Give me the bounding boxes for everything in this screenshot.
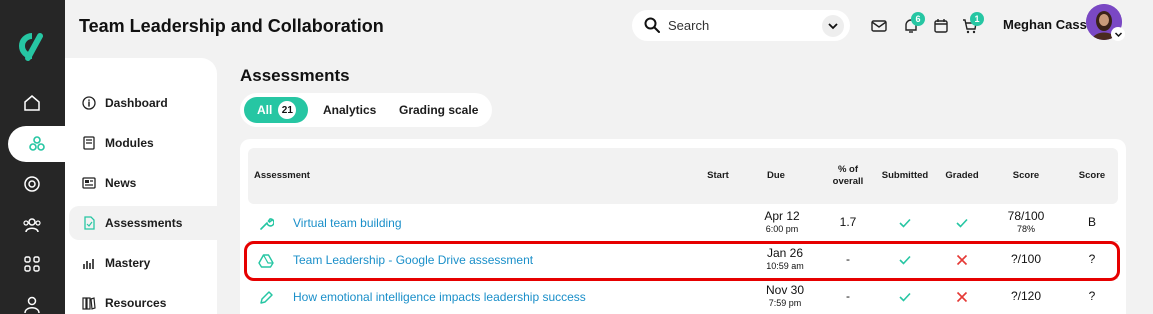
sidebar-item-news[interactable]: News <box>69 166 217 200</box>
home-icon[interactable] <box>14 85 50 121</box>
tab-all[interactable]: All 21 <box>244 97 308 123</box>
col-score-letter[interactable]: Score <box>1066 170 1118 182</box>
cross-icon <box>956 291 968 303</box>
due-cell: Apr 12 6:00 pm <box>756 210 808 236</box>
sidebar-item-mastery[interactable]: Mastery <box>69 246 217 280</box>
tab-all-label: All <box>257 103 273 117</box>
due-cell: Nov 30 7:59 pm <box>756 284 814 310</box>
course-sidebar: Dashboard Modules News Assessments Maste… <box>65 58 217 314</box>
bar-chart-icon <box>81 255 97 271</box>
cart-badge: 1 <box>970 12 984 26</box>
col-percent-overall[interactable]: % of overall <box>818 164 878 188</box>
col-score[interactable]: Score <box>1000 170 1052 182</box>
chevron-down-icon[interactable] <box>1111 27 1125 41</box>
sidebar-item-label: Dashboard <box>105 96 168 110</box>
assessment-link[interactable]: How emotional intelligence impacts leade… <box>293 290 586 304</box>
chevron-down-icon[interactable] <box>822 15 844 37</box>
assessment-tabs: All 21 Analytics Grading scale <box>240 93 492 127</box>
col-start[interactable]: Start <box>698 170 738 182</box>
assessments-table: Assessment Start Due % of overall Submit… <box>240 139 1126 314</box>
sidebar-item-modules[interactable]: Modules <box>69 126 217 160</box>
table-header: Assessment Start Due % of overall Submit… <box>248 148 1118 204</box>
score-value: 78/100 <box>1007 209 1045 223</box>
sidebar-item-assessments[interactable]: Assessments <box>69 206 217 240</box>
letter-grade: B <box>1087 215 1096 229</box>
page-title: Assessments <box>240 66 350 85</box>
notifications-badge: 6 <box>911 12 925 26</box>
check-icon <box>956 218 968 228</box>
app-logo[interactable] <box>10 28 46 64</box>
col-percent-line1: % of <box>837 164 859 175</box>
tab-all-count: 21 <box>278 101 297 119</box>
score-cell: 78/100 78% <box>996 210 1056 236</box>
user-name[interactable]: Meghan Cass <box>1003 17 1087 32</box>
pencil-icon <box>260 291 273 304</box>
newspaper-icon <box>81 175 97 191</box>
search-placeholder: Search <box>668 18 710 33</box>
library-icon <box>81 295 97 311</box>
tab-grading-scale[interactable]: Grading scale <box>399 97 478 123</box>
score-value: ?/120 <box>1010 289 1042 303</box>
due-time: 7:59 pm <box>768 298 802 308</box>
tab-analytics[interactable]: Analytics <box>323 97 376 123</box>
sidebar-item-resources[interactable]: Resources <box>69 286 217 314</box>
col-due[interactable]: Due <box>756 170 796 182</box>
percent-overall: 1.7 <box>839 215 857 229</box>
assessment-link[interactable]: Virtual team building <box>293 216 402 230</box>
score-percent: 78% <box>1016 224 1035 234</box>
col-assessment[interactable]: Assessment <box>254 170 310 182</box>
sidebar-item-label: Resources <box>105 296 167 310</box>
sidebar-item-dashboard[interactable]: Dashboard <box>69 86 217 120</box>
due-time: 6:00 pm <box>765 224 799 234</box>
due-date: Apr 12 <box>764 209 800 223</box>
table-row[interactable]: Virtual team building Apr 12 6:00 pm 1.7… <box>248 205 1118 242</box>
book-icon <box>81 135 97 151</box>
search-icon <box>644 17 660 38</box>
mail-icon[interactable] <box>870 17 888 35</box>
sidebar-item-label: News <box>105 176 137 190</box>
calendar-icon[interactable] <box>932 17 950 35</box>
percent-overall: - <box>846 289 850 303</box>
col-submitted[interactable]: Submitted <box>876 170 934 182</box>
sidebar-item-label: Assessments <box>105 216 183 230</box>
info-icon <box>81 95 97 111</box>
table-row[interactable]: How emotional intelligence impacts leade… <box>248 279 1118 314</box>
check-icon <box>899 292 911 302</box>
sidebar-item-label: Mastery <box>105 256 151 270</box>
sidebar-item-label: Modules <box>105 136 154 150</box>
due-date: Nov 30 <box>765 283 805 297</box>
top-header: Team Leadership and Collaboration <box>65 0 1153 58</box>
col-graded[interactable]: Graded <box>936 170 988 182</box>
document-icon <box>81 215 97 231</box>
target-icon[interactable] <box>14 166 50 202</box>
row-highlight-outline <box>244 241 1120 281</box>
apps-icon[interactable] <box>14 246 50 282</box>
col-percent-line2: overall <box>832 176 864 187</box>
search-input[interactable]: Search <box>632 10 850 41</box>
wrench-icon <box>260 218 274 230</box>
app-rail <box>0 0 65 314</box>
letter-grade: ? <box>1088 289 1096 303</box>
course-title: Team Leadership and Collaboration <box>79 16 384 36</box>
check-icon <box>899 218 911 228</box>
profile-icon[interactable] <box>14 286 50 314</box>
people-icon[interactable] <box>14 207 50 243</box>
courses-icon[interactable] <box>8 126 65 162</box>
